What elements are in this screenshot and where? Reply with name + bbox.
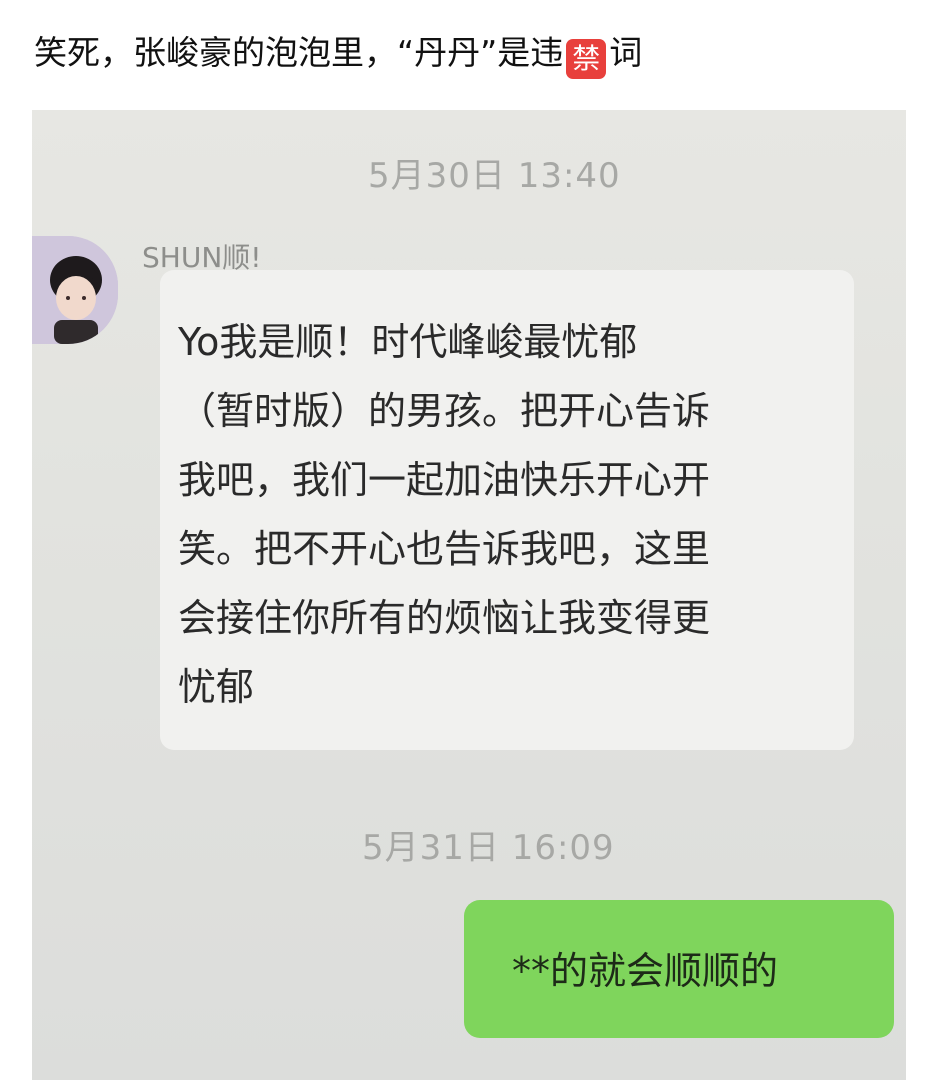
forbidden-emoji-icon: 禁 — [566, 39, 607, 79]
chat-timestamp: 5月30日 13:40 — [368, 156, 621, 196]
post-caption: 笑死，张峻豪的泡泡里，“丹丹”是违禁词 — [34, 30, 642, 79]
chat-timestamp: 5月31日 16:09 — [362, 828, 615, 868]
caption-text-after: 词 — [609, 33, 643, 72]
caption-text-before: 笑死，张峻豪的泡泡里，“丹丹”是违 — [34, 33, 564, 72]
incoming-message-text: Yo我是顺！时代峰峻最忧郁 （暂时版）的男孩。把开心告诉 我吧，我们一起加油快乐… — [178, 320, 711, 709]
outgoing-message-text: **的就会顺顺的 — [512, 949, 779, 993]
chat-screenshot-photo[interactable]: 5月30日 13:40 SHUN顺! Yo我是顺！时代峰峻最忧郁 （暂时版）的男… — [32, 110, 906, 1080]
outgoing-message-bubble[interactable]: **的就会顺顺的 — [464, 900, 894, 1038]
incoming-message-bubble[interactable]: Yo我是顺！时代峰峻最忧郁 （暂时版）的男孩。把开心告诉 我吧，我们一起加油快乐… — [160, 270, 854, 750]
avatar-portrait-icon — [32, 236, 118, 344]
avatar[interactable] — [32, 236, 118, 344]
